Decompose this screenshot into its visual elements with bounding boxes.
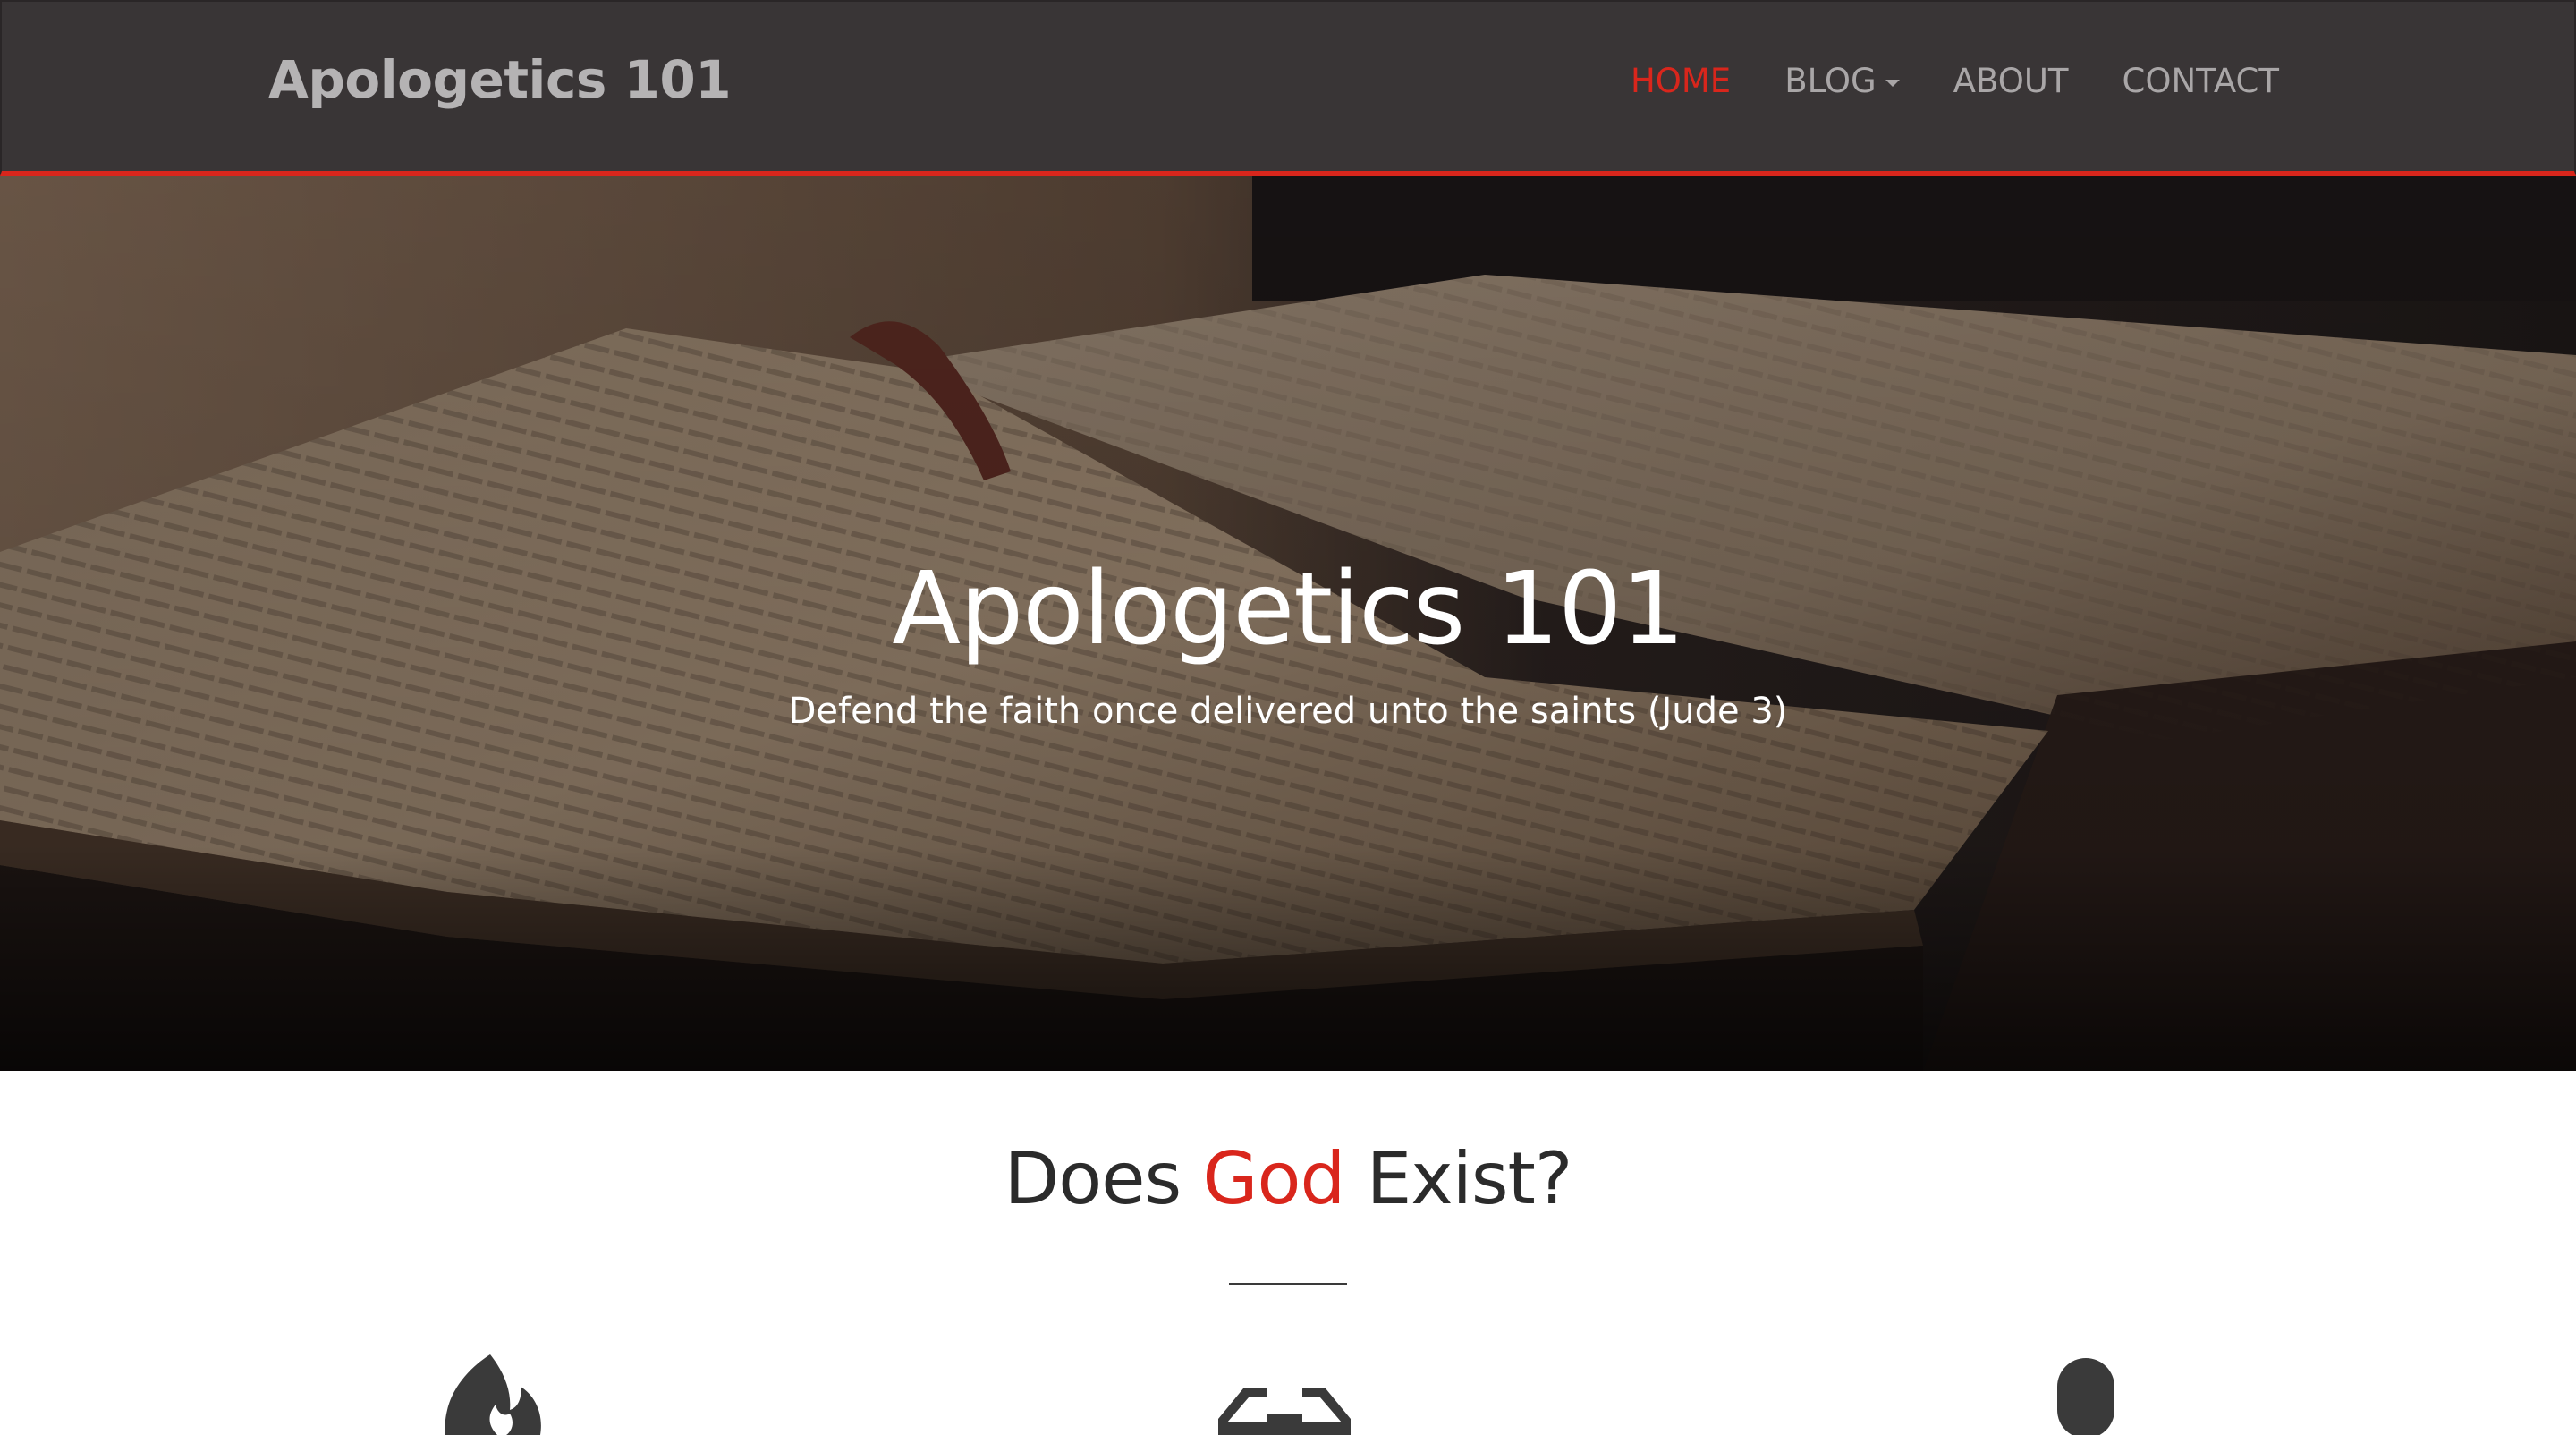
navbar: Apologetics 101 HOME BLOG ABOUT CONTACT: [0, 0, 2576, 176]
glasses-icon: [1218, 1388, 1351, 1435]
nav-item-contact[interactable]: CONTACT: [2123, 64, 2279, 98]
microphone-icon: [2057, 1358, 2114, 1435]
nav-item-blog-dropdown[interactable]: BLOG: [1784, 62, 1900, 100]
nav-item-blog-label: BLOG: [1784, 62, 1877, 100]
nav-menu: HOME BLOG ABOUT CONTACT: [1577, 64, 2279, 98]
section-heading-prefix: Does: [1004, 1137, 1203, 1220]
brand-logo-link[interactable]: Apologetics 101: [268, 54, 732, 106]
section-heading-suffix: Exist?: [1344, 1137, 1573, 1220]
nav-item-home[interactable]: HOME: [1631, 64, 1731, 98]
nav-item-about[interactable]: ABOUT: [1953, 64, 2069, 98]
caret-down-icon: [1885, 79, 1900, 87]
hero-title: Apologetics 101: [892, 551, 1684, 667]
hero-banner: Apologetics 101 Defend the faith once de…: [0, 176, 2576, 1071]
fire-icon: [445, 1354, 541, 1435]
section-heading: Does God Exist?: [0, 1143, 2576, 1215]
section-heading-accent: God: [1202, 1137, 1346, 1220]
section-divider: [1229, 1283, 1347, 1285]
hero-subtitle: Defend the faith once delivered unto the…: [788, 691, 1788, 732]
